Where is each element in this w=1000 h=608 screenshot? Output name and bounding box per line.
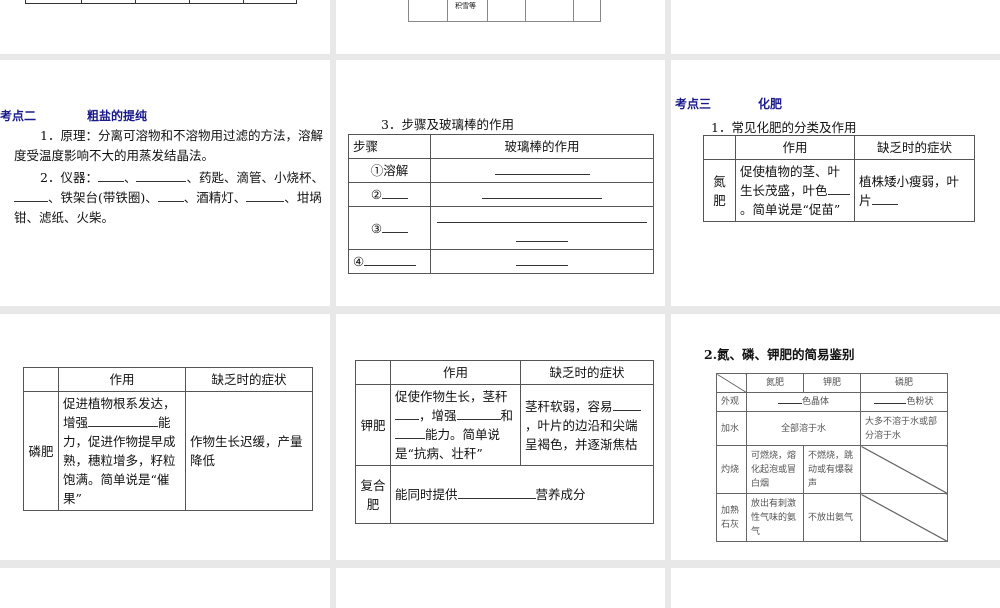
header-nitrogen: 氮肥 [746,373,804,393]
slide-10-thumbnail[interactable] [0,568,330,608]
symptom-cell: 植株矮小瘦弱，叶片 [854,159,975,222]
identification-table: 氮肥 钾肥 磷肥 外观 色晶体 色粉状 加水 全部溶于水 大多不溶于水或部分溶于… [716,373,948,542]
header-symptom: 缺乏时的症状 [854,135,975,160]
slide-12-thumbnail[interactable] [671,568,1000,608]
step-3: ③ [348,206,431,250]
symptom-cell: 作物生长迟缓，产量降低 [185,391,313,511]
water-cell: 全部溶于水 [746,411,861,446]
row-label: 钾肥 [355,384,391,466]
table-fragment [25,0,297,4]
compound-cell: 能同时提供 营养成分 [390,465,654,524]
slide-11-thumbnail[interactable] [336,568,665,608]
phosphate-table: 作用 缺乏时的症状 磷肥 促进植物根系发达，增强 能力，促进作物提早成熟，穗粒增多，… [23,367,313,511]
slide-title: 3．步骤及玻璃棒的作用 [381,117,514,132]
row-label: 外观 [716,392,747,412]
section-label: 考点三 [675,97,712,111]
look-cell: 色粉状 [860,392,948,412]
burn-cell: 可燃烧，熔化起泡或冒白烟 [746,445,804,494]
lime-cell: 放出有刺激性气味的氨气 [746,493,804,542]
row-label: 磷肥 [23,391,59,511]
header-symptom: 缺乏时的症状 [185,367,313,392]
row-label: 氮肥 [703,159,736,222]
row-label: 复合肥 [355,465,391,524]
slide-2-thumbnail[interactable]: 积雪等 [336,0,665,54]
principle-text: 1．原理：分离可溶物和不溶物用过滤的方法，溶解度受温度影响不大的用蒸发结晶法。 [14,128,323,163]
burn-cell: 不燃烧，跳动或有爆裂声 [803,445,861,494]
instruments-text: 2．仪器：、、药匙、滴管、小烧杯、、铁架台(带铁圈)、 、酒精灯、 、坩埚钳、滤纸、… [14,170,324,225]
effect-cell: 促进植物根系发达，增强 能力，促进作物提早成熟，穗粒增多，籽粒饱满。简单说是“催果… [58,391,186,511]
symptom-cell: 茎秆软弱，容易，叶片的边沿和尖端呈褐色，并逐渐焦枯 [520,384,654,466]
cell-text: 积雪等 [455,2,476,10]
slide-6-thumbnail[interactable]: 考点三 化肥 1．常见化肥的分类及作用 作用 缺乏时的症状 氮肥 促使植物的茎、叶… [671,60,1000,306]
effect-cell: 促使作物生长，茎秆，增强 和能力。简单说是“抗病、壮秆” [390,384,521,466]
slide-9-thumbnail[interactable]: 2.氮、磷、钾肥的简易鉴别 氮肥 钾肥 磷肥 外观 色晶体 色粉状 加水 全部溶… [671,314,1000,560]
row-label: 加熟石灰 [716,493,747,542]
slide-5-thumbnail[interactable]: 3．步骤及玻璃棒的作用 步骤 玻璃棒的作用 ①溶解 ② ③ ④ [336,60,665,306]
step-2: ② [348,182,431,207]
step-1: ①溶解 [348,158,431,183]
lime-cell: 不放出氨气 [803,493,861,542]
section-title: 粗盐的提纯 [87,109,148,123]
header-step: 步骤 [348,134,431,159]
potash-table: 作用 缺乏时的症状 钾肥 促使作物生长，茎秆，增强 和能力。简单说是“抗病、壮秆” … [355,360,654,524]
effect-cell: 促使植物的茎、叶生长茂盛，叶色。简单说是“促苗” [735,159,855,222]
table-fragment: 积雪等 [408,0,601,22]
row-label: 灼烧 [716,445,747,494]
step-4: ④ [348,249,431,274]
fertilizer-table: 作用 缺乏时的症状 氮肥 促使植物的茎、叶生长茂盛，叶色。简单说是“促苗” 植株矮… [703,135,975,222]
header-symptom: 缺乏时的症状 [520,360,654,385]
header-phosphorus: 磷肥 [860,373,948,393]
look-cell: 色晶体 [746,392,861,412]
section-title: 化肥 [758,97,783,111]
section-label: 考点二 [0,109,37,123]
diagonal-cell [860,445,948,494]
slide-8-thumbnail[interactable]: 作用 缺乏时的症状 钾肥 促使作物生长，茎秆，增强 和能力。简单说是“抗病、壮秆” … [336,314,665,560]
slide-3-thumbnail[interactable] [671,0,1000,54]
water-cell: 大多不溶于水或部分溶于水 [860,411,948,446]
slide-4-thumbnail[interactable]: 考点二 粗盐的提纯 1．原理：分离可溶物和不溶物用过滤的方法，溶解度受温度影响不… [0,60,330,306]
slide-subtitle: 1．常见化肥的分类及作用 [711,120,857,135]
steps-table: 步骤 玻璃棒的作用 ①溶解 ② ③ ④ [348,134,654,274]
diagonal-cell [860,493,948,542]
slide-7-thumbnail[interactable]: 作用 缺乏时的症状 磷肥 促进植物根系发达，增强 能力，促进作物提早成熟，穗粒增多，… [0,314,330,560]
header-effect: 作用 [390,360,521,385]
header-potassium: 钾肥 [803,373,861,393]
header-effect: 作用 [735,135,855,160]
slide-1-thumbnail[interactable] [0,0,330,54]
slide-title: 2.氮、磷、钾肥的简易鉴别 [704,347,855,362]
header-effect: 玻璃棒的作用 [430,134,654,159]
header-effect: 作用 [58,367,186,392]
row-label: 加水 [716,411,747,446]
